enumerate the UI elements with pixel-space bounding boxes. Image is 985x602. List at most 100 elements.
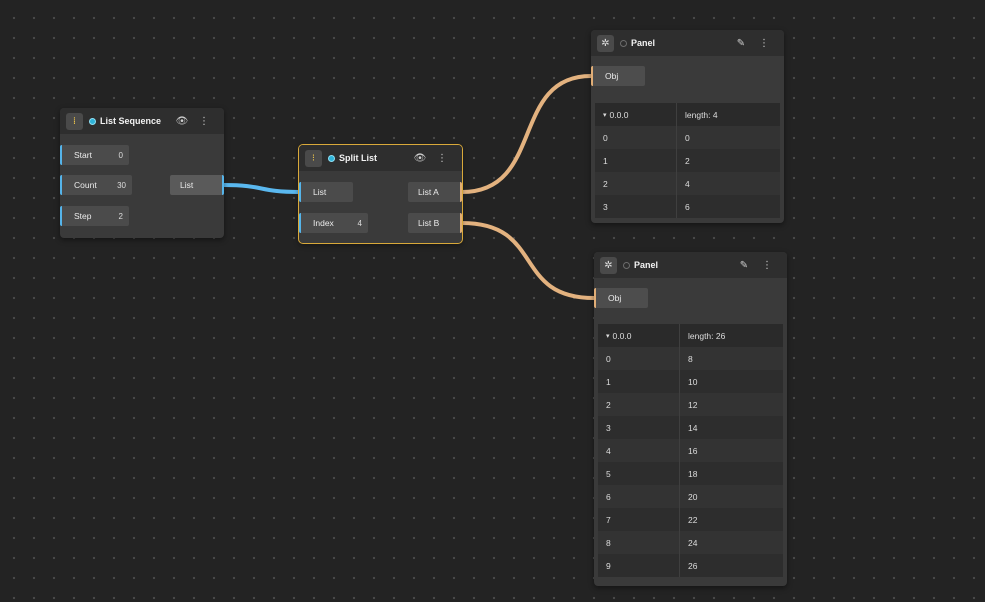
table-row: 6 20 bbox=[598, 485, 783, 508]
list-length: length: 26 bbox=[688, 330, 726, 341]
more-options-icon[interactable]: ⋮ bbox=[757, 36, 771, 50]
pencil-icon[interactable]: ✎ bbox=[737, 258, 751, 272]
row-index: 8 bbox=[598, 531, 680, 554]
table-row: 2 4 bbox=[595, 172, 780, 195]
row-value: 6 bbox=[685, 201, 690, 212]
table-row: 2 12 bbox=[598, 393, 783, 416]
port-label: Index bbox=[313, 218, 334, 228]
port-value[interactable]: 30 bbox=[117, 181, 126, 190]
row-index: 1 bbox=[598, 370, 680, 393]
node-header[interactable]: ✲ Panel ✎ ⋮ bbox=[594, 252, 787, 278]
input-start[interactable]: Start 0 bbox=[60, 145, 129, 165]
status-indicator bbox=[328, 154, 335, 162]
row-value: 14 bbox=[688, 422, 698, 433]
connection-wires bbox=[223, 74, 595, 300]
node-header[interactable]: ⁞ List Sequence 👁 ⋮ bbox=[60, 108, 224, 134]
input-count[interactable]: Count 30 bbox=[60, 175, 132, 195]
panel-node-b[interactable]: ✲ Panel ✎ ⋮ Obj ▾ 0.0.0 length: 26 0 8 1… bbox=[594, 252, 787, 586]
table-row: 9 26 bbox=[598, 554, 783, 577]
row-index: 9 bbox=[598, 554, 680, 577]
more-options-icon[interactable]: ⋮ bbox=[197, 114, 211, 128]
port-value[interactable]: 0 bbox=[119, 151, 123, 160]
more-options-icon[interactable]: ⋮ bbox=[435, 151, 449, 165]
tree-path: 0.0.0 bbox=[609, 109, 629, 120]
node-title: Split List bbox=[339, 153, 377, 163]
row-value: 2 bbox=[685, 155, 690, 166]
row-index: 6 bbox=[598, 485, 680, 508]
table-row: 3 14 bbox=[598, 416, 783, 439]
bug-icon: ✲ bbox=[600, 256, 617, 274]
wire-lista-to-panel-a[interactable] bbox=[461, 74, 592, 194]
input-index[interactable]: Index 4 bbox=[299, 213, 368, 233]
eye-icon[interactable]: 👁 bbox=[413, 151, 427, 165]
port-label: List bbox=[180, 180, 194, 190]
split-list-icon: ⁝ bbox=[305, 149, 322, 167]
status-indicator bbox=[623, 261, 630, 269]
port-label: Count bbox=[74, 180, 97, 190]
table-row: 8 24 bbox=[598, 531, 783, 554]
panel-data-table: ▾ 0.0.0 length: 26 0 8 1 10 2 12 3 14 4 … bbox=[598, 324, 783, 577]
row-index: 3 bbox=[595, 195, 677, 218]
row-value: 20 bbox=[688, 491, 698, 502]
table-row: 1 10 bbox=[598, 370, 783, 393]
tree-path-toggle[interactable]: ▾ 0.0.0 bbox=[595, 103, 677, 126]
port-value[interactable]: 2 bbox=[119, 212, 123, 221]
row-value: 12 bbox=[688, 399, 698, 410]
row-value: 10 bbox=[688, 376, 698, 387]
row-index: 3 bbox=[598, 416, 680, 439]
row-value: 22 bbox=[688, 514, 698, 525]
port-label: Obj bbox=[608, 293, 622, 303]
output-list[interactable]: List bbox=[170, 175, 224, 195]
row-value: 24 bbox=[688, 537, 698, 548]
chevron-down-icon: ▾ bbox=[603, 111, 607, 119]
row-value: 8 bbox=[688, 353, 693, 364]
row-index: 5 bbox=[598, 462, 680, 485]
row-value: 4 bbox=[685, 178, 690, 189]
list-sequence-node[interactable]: ⁞ List Sequence 👁 ⋮ Start 0 Count 30 Ste… bbox=[60, 108, 224, 238]
table-row: 0 8 bbox=[598, 347, 783, 370]
output-list-a[interactable]: List A bbox=[408, 182, 462, 202]
status-indicator bbox=[620, 39, 627, 47]
bug-icon: ✲ bbox=[597, 34, 614, 52]
table-row: 5 18 bbox=[598, 462, 783, 485]
node-header[interactable]: ✲ Panel ✎ ⋮ bbox=[591, 30, 784, 56]
status-indicator bbox=[89, 117, 96, 125]
pencil-icon[interactable]: ✎ bbox=[734, 36, 748, 50]
panel-data-table: ▾ 0.0.0 length: 4 0 0 1 2 2 4 3 6 bbox=[595, 103, 780, 218]
wire-list-to-split[interactable] bbox=[223, 183, 300, 194]
row-index: 1 bbox=[595, 149, 677, 172]
tree-path-toggle[interactable]: ▾ 0.0.0 bbox=[598, 324, 680, 347]
list-length: length: 4 bbox=[685, 109, 718, 120]
table-row: 1 2 bbox=[595, 149, 780, 172]
port-label: Obj bbox=[605, 71, 619, 81]
input-obj[interactable]: Obj bbox=[594, 288, 648, 308]
row-value: 18 bbox=[688, 468, 698, 479]
table-row: 3 6 bbox=[595, 195, 780, 218]
row-value: 26 bbox=[688, 560, 698, 571]
row-index: 7 bbox=[598, 508, 680, 531]
port-label: List B bbox=[418, 218, 440, 228]
more-options-icon[interactable]: ⋮ bbox=[760, 258, 774, 272]
node-title: List Sequence bbox=[100, 116, 162, 126]
port-value[interactable]: 4 bbox=[358, 219, 362, 228]
node-header[interactable]: ⁝ Split List 👁 ⋮ bbox=[299, 145, 462, 171]
port-label: List A bbox=[418, 187, 439, 197]
eye-icon[interactable]: 👁 bbox=[175, 114, 189, 128]
table-header: ▾ 0.0.0 length: 26 bbox=[598, 324, 783, 347]
row-value: 0 bbox=[685, 132, 690, 143]
output-list-b[interactable]: List B bbox=[408, 213, 462, 233]
split-list-node[interactable]: ⁝ Split List 👁 ⋮ List Index 4 List A Lis… bbox=[298, 144, 463, 244]
node-title: Panel bbox=[631, 38, 656, 48]
port-label: Step bbox=[74, 211, 92, 221]
table-row: 7 22 bbox=[598, 508, 783, 531]
table-row: 4 16 bbox=[598, 439, 783, 462]
panel-node-a[interactable]: ✲ Panel ✎ ⋮ Obj ▾ 0.0.0 length: 4 0 0 1 … bbox=[591, 30, 784, 223]
chevron-down-icon: ▾ bbox=[606, 332, 610, 340]
table-row: 0 0 bbox=[595, 126, 780, 149]
input-obj[interactable]: Obj bbox=[591, 66, 645, 86]
list-sequence-icon: ⁞ bbox=[66, 112, 83, 130]
row-value: 16 bbox=[688, 445, 698, 456]
input-step[interactable]: Step 2 bbox=[60, 206, 129, 226]
wire-listb-to-panel-b[interactable] bbox=[461, 221, 595, 300]
input-list[interactable]: List bbox=[299, 182, 353, 202]
